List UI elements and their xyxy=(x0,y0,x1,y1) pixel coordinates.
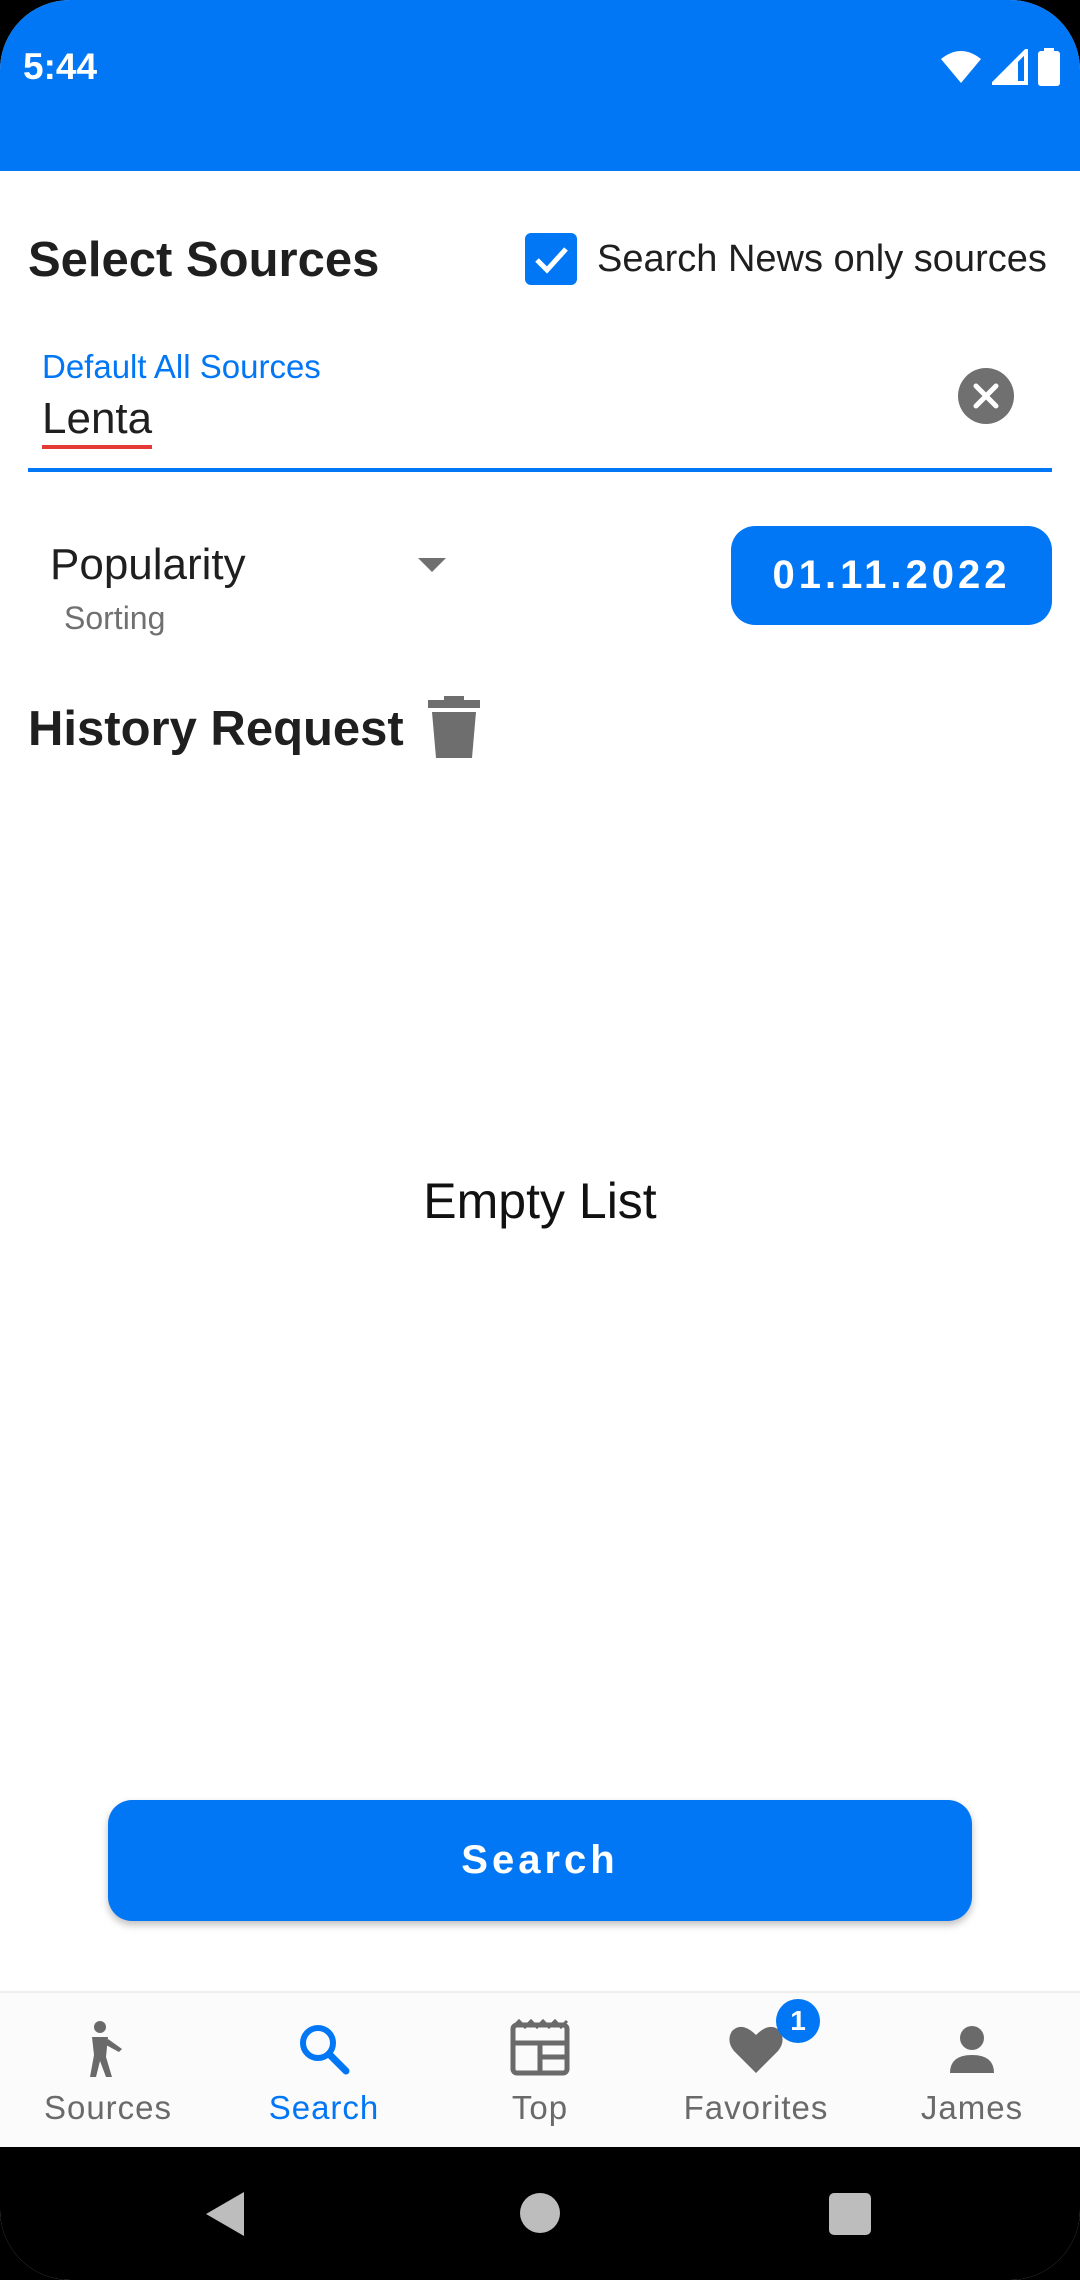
sources-field[interactable]: Default All Sources Lenta xyxy=(28,340,1052,472)
sources-field-underline xyxy=(28,468,1052,472)
nav-label-sources[interactable]: Sources xyxy=(0,2089,216,2127)
sources-field-label: Default All Sources xyxy=(42,348,321,385)
home-icon[interactable] xyxy=(520,2193,560,2233)
search-button[interactable]: Search xyxy=(108,1800,972,1921)
system-navigation-bar xyxy=(0,2147,1080,2280)
delete-history-button[interactable] xyxy=(424,696,484,763)
account-icon xyxy=(950,2026,994,2073)
nav-item-top[interactable]: Top xyxy=(432,1993,648,2149)
dropdown-arrow-icon[interactable] xyxy=(418,558,446,572)
close-icon xyxy=(973,383,999,409)
history-title: History Request xyxy=(28,702,404,756)
sort-selected-value[interactable]: Popularity xyxy=(50,540,246,590)
news-only-checkbox[interactable] xyxy=(525,233,577,285)
empty-list-message: Empty List xyxy=(423,1173,657,1229)
wifi-icon xyxy=(941,51,981,83)
sources-input-value[interactable]: Lenta xyxy=(42,394,153,449)
person-icon xyxy=(90,2021,122,2077)
nav-label-favorites[interactable]: Favorites xyxy=(648,2089,864,2127)
status-time: 5:44 xyxy=(23,46,98,87)
search-icon xyxy=(300,2025,350,2075)
trash-icon xyxy=(428,696,480,758)
date-picker-button[interactable]: 01.11.2022 xyxy=(731,526,1052,625)
nav-label-james[interactable]: James xyxy=(864,2089,1080,2127)
back-icon[interactable] xyxy=(206,2192,244,2236)
check-icon xyxy=(535,247,568,274)
sort-caption: Sorting xyxy=(64,600,166,636)
nav-label-top[interactable]: Top xyxy=(432,2089,648,2127)
signal-icon xyxy=(992,49,1028,85)
sort-dropdown[interactable]: Popularity Sorting xyxy=(50,535,470,645)
battery-icon xyxy=(1038,48,1060,86)
nav-item-search[interactable]: Search xyxy=(216,1993,432,2149)
nav-label-search[interactable]: Search xyxy=(216,2089,432,2127)
recents-icon[interactable] xyxy=(829,2193,871,2235)
newspaper-icon xyxy=(510,2019,570,2076)
nav-item-sources[interactable]: Sources xyxy=(0,1993,216,2149)
bottom-navigation: Sources Search Top 1 Favorites James xyxy=(0,1991,1080,2149)
news-only-checkbox-label[interactable]: Search News only sources xyxy=(597,238,1047,281)
status-icons xyxy=(940,48,1060,86)
favorites-badge: 1 xyxy=(776,1999,820,2043)
news-only-checkbox-row[interactable]: Search News only sources xyxy=(525,233,1047,285)
sources-input[interactable]: Lenta xyxy=(42,394,153,449)
nav-item-favorites[interactable]: 1 Favorites xyxy=(648,1993,864,2149)
app-screen: 5:44 Select Sources Search News only sou… xyxy=(0,0,1080,2280)
select-sources-title: Select Sources xyxy=(28,233,380,287)
nav-item-james[interactable]: James xyxy=(864,1993,1080,2149)
clear-field-button[interactable] xyxy=(958,368,1014,424)
status-bar: 5:44 xyxy=(0,0,1080,171)
